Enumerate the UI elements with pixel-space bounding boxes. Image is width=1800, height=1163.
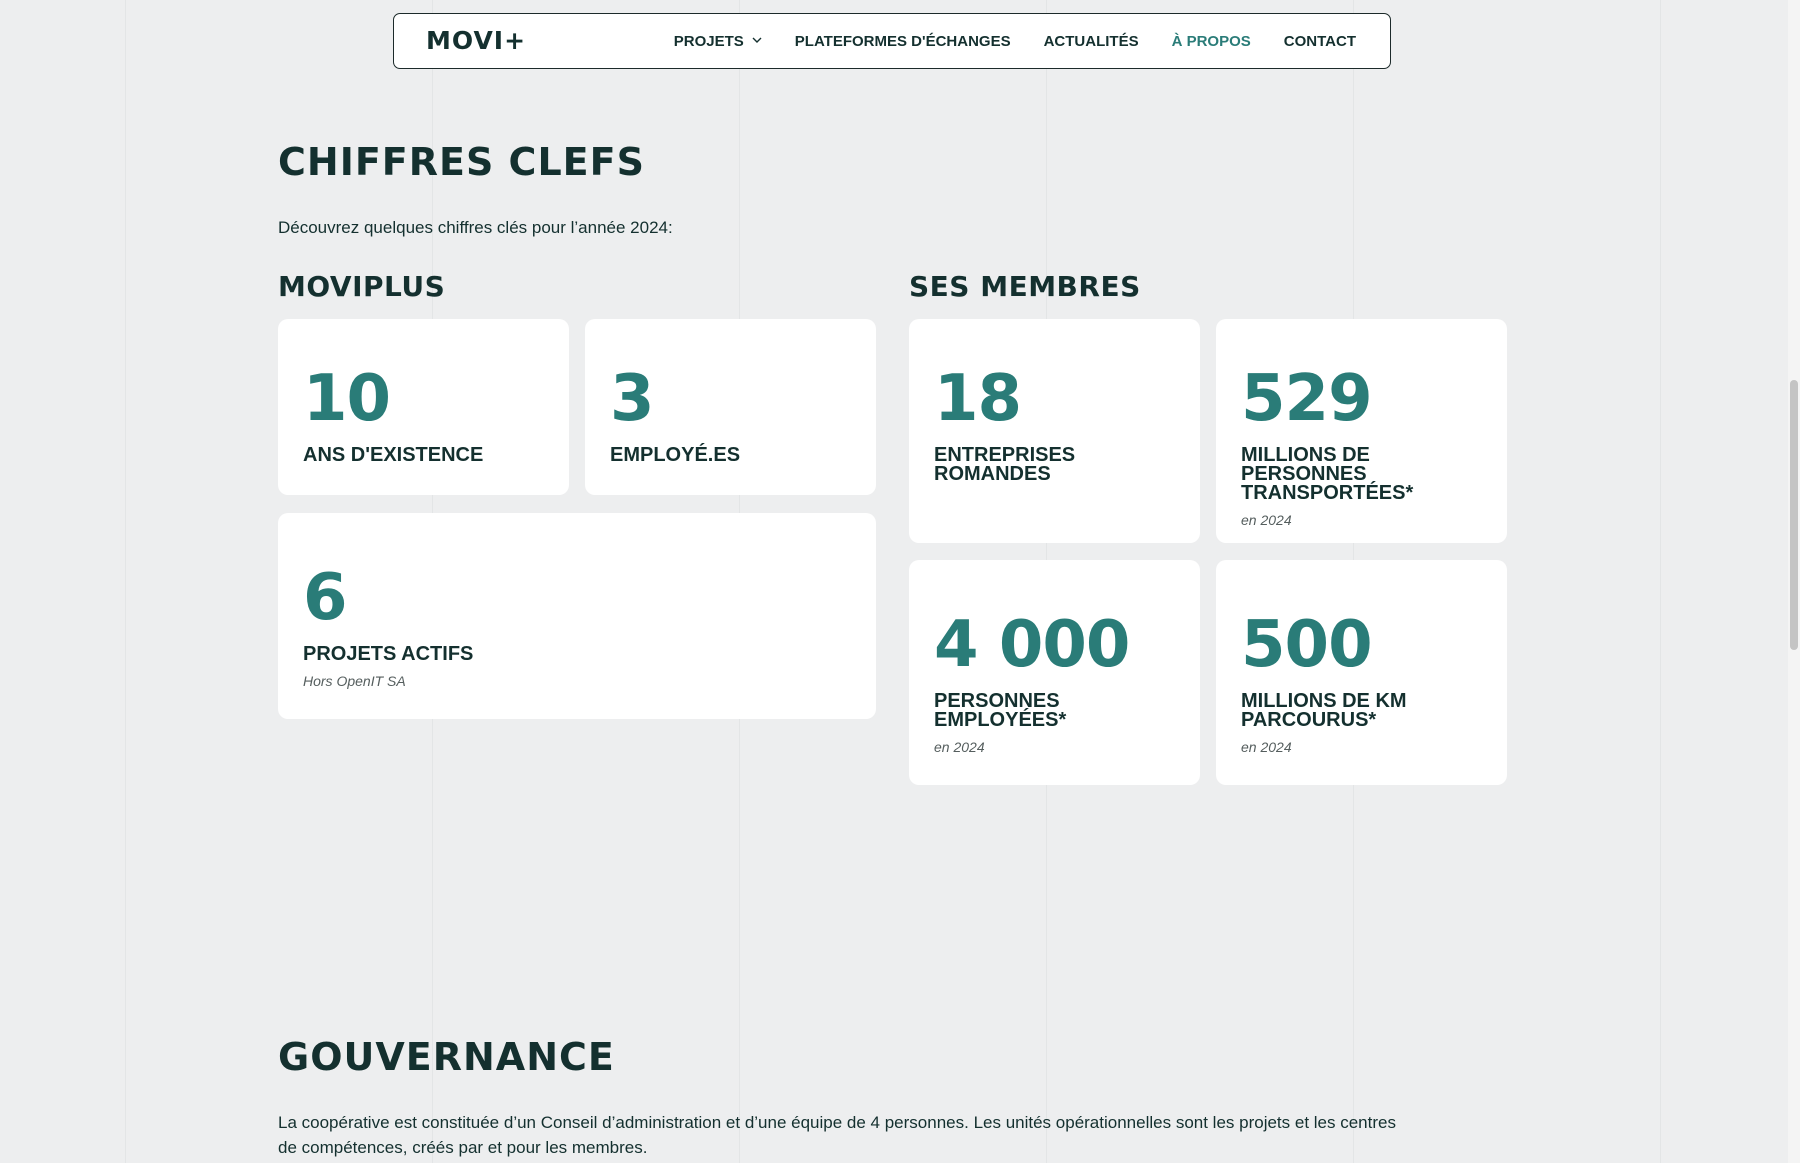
stat-card: 4 000 PERSONNES EMPLOYÉES* en 2024 (909, 560, 1200, 785)
stat-card: 10 ANS D'EXISTENCE (278, 319, 569, 495)
stat-label: ANS D'EXISTENCE (303, 444, 484, 466)
stat-label: PERSONNES EMPLOYÉES* (934, 690, 1067, 731)
nav-label: PROJETS (673, 32, 744, 50)
subtitle-members: SES MEMBRES (909, 270, 1141, 303)
scrollbar-thumb[interactable] (1790, 380, 1798, 650)
stat-label: MILLIONS DE KM PARCOURUS* (1241, 690, 1407, 731)
governance-text: La coopérative est constituée d’un Conse… (278, 1113, 1396, 1157)
stat-card: 3 EMPLOYÉ.ES (585, 319, 876, 495)
stat-card: 18 ENTREPRISES ROMANDES (909, 319, 1200, 543)
stat-card: 500 MILLIONS DE KM PARCOURUS* en 2024 (1216, 560, 1507, 785)
section-title-key-figures: CHIFFRES CLEFS (278, 140, 645, 184)
main-nav: PROJETS PLATEFORMES D'ÉCHANGES ACTUALITÉ… (674, 14, 1356, 68)
stat-value: 529 (1241, 362, 1373, 436)
stat-note: en 2024 (1241, 512, 1292, 528)
chevron-down-icon (752, 36, 762, 47)
site-logo[interactable]: MOVI+ (426, 26, 526, 55)
stat-label: PROJETS ACTIFS (303, 643, 474, 665)
stat-value: 6 (303, 561, 348, 635)
stat-card: 529 MILLIONS DE PERSONNES TRANSPORTÉES* … (1216, 319, 1507, 543)
stat-label: MILLIONS DE PERSONNES TRANSPORTÉES* (1241, 444, 1414, 504)
nav-item-actualites[interactable]: ACTUALITÉS (1044, 33, 1139, 50)
stat-value: 3 (610, 362, 655, 436)
nav-item-plateformes[interactable]: PLATEFORMES D'ÉCHANGES (795, 33, 1011, 50)
stat-value: 10 (303, 362, 391, 436)
nav-label: ACTUALITÉS (1043, 32, 1139, 50)
nav-label: À PROPOS (1171, 32, 1251, 50)
nav-item-projets[interactable]: PROJETS (674, 33, 762, 50)
stat-value: 18 (934, 362, 1022, 436)
stat-note: en 2024 (934, 739, 985, 755)
nav-item-contact[interactable]: CONTACT (1284, 33, 1356, 50)
site-header: MOVI+ PROJETS PLATEFORMES D'ÉCHANGES ACT… (393, 13, 1391, 69)
nav-item-a-propos[interactable]: À PROPOS (1172, 33, 1251, 50)
scrollbar[interactable] (1788, 0, 1800, 1163)
stat-note: Hors OpenIT SA (303, 673, 406, 689)
background-gridline (125, 0, 126, 1163)
nav-label: CONTACT (1283, 32, 1356, 50)
stat-note: en 2024 (1241, 739, 1292, 755)
stat-label: EMPLOYÉ.ES (610, 444, 741, 466)
stat-value: 4 000 (934, 608, 1130, 682)
stat-label: ENTREPRISES ROMANDES (934, 444, 1076, 485)
background-gridline (1660, 0, 1661, 1163)
nav-label: PLATEFORMES D'ÉCHANGES (794, 32, 1011, 50)
key-figures-intro: Découvrez quelques chiffres clés pour l’… (278, 218, 673, 237)
stat-card: 6 PROJETS ACTIFS Hors OpenIT SA (278, 513, 876, 719)
section-title-governance: GOUVERNANCE (278, 1035, 615, 1079)
subtitle-moviplus: MOVIPLUS (278, 270, 446, 303)
stat-value: 500 (1241, 608, 1373, 682)
